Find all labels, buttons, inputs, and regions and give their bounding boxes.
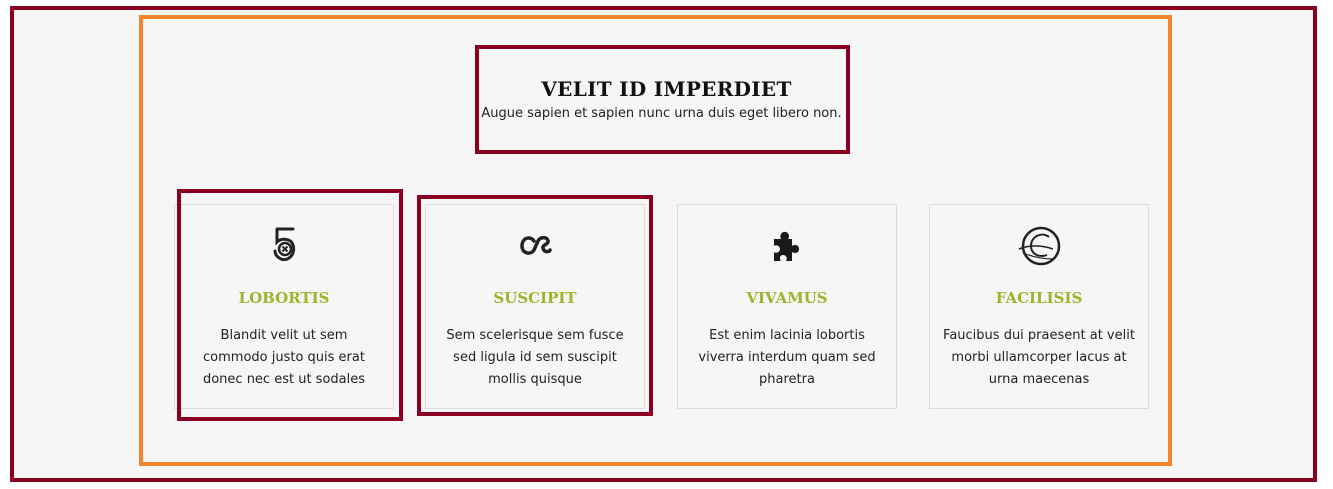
card-text: Est enim lacinia lobortis viverra interd… [698, 328, 876, 387]
feature-card-suscipit: SUSCIPIT Sem scelerisque sem fusce sed l… [425, 204, 645, 409]
feature-card-facilisis: FACILISIS Faucibus dui praesent at velit… [929, 204, 1149, 409]
card-text: Blandit velit ut sem commodo justo quis … [202, 328, 366, 387]
puzzle-piece-icon [678, 223, 896, 269]
globe-swirl-icon [930, 223, 1148, 269]
card-title: SUSCIPIT [493, 289, 577, 307]
card-text: Sem scelerisque sem fusce sed ligula id … [446, 328, 624, 387]
card-text: Faucibus dui praesent at velit morbi ull… [943, 328, 1135, 387]
feature-card-vivamus: VIVAMUS Est enim lacinia lobortis viverr… [677, 204, 897, 409]
card-title: VIVAMUS [746, 289, 828, 307]
lastfm-icon [426, 223, 644, 269]
card-title: LOBORTIS [238, 289, 330, 307]
heading-highlight-box [475, 45, 850, 154]
card-title: FACILISIS [995, 289, 1083, 307]
five-hundred-px-icon [175, 223, 393, 269]
feature-card-lobortis: LOBORTIS Blandit velit ut sem commodo ju… [174, 204, 394, 409]
